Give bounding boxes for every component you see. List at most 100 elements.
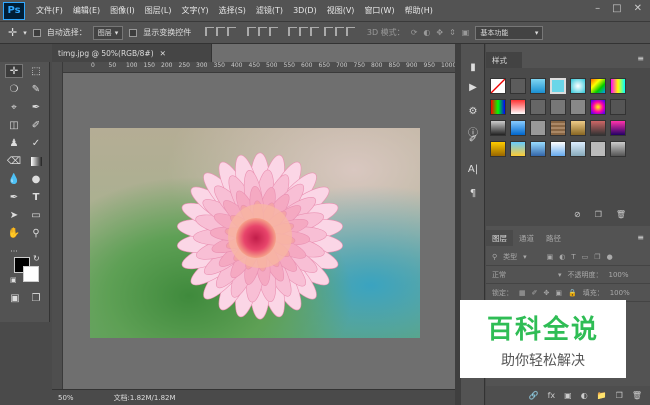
blend-mode-dropdown[interactable]: 正常 (492, 270, 552, 280)
style-swatch[interactable] (570, 99, 586, 115)
distribute-left-icon[interactable] (323, 27, 333, 36)
style-swatch[interactable] (490, 99, 506, 115)
channels-tab[interactable]: 通道 (513, 230, 540, 246)
dodge-tool-icon[interactable]: ● (27, 172, 45, 186)
auto-select-checkbox[interactable] (32, 28, 41, 37)
healing-brush-icon[interactable]: ◫ (5, 118, 23, 132)
screen-mode-icon[interactable]: ❐ (27, 291, 45, 305)
history-panel-icon[interactable]: ▮ (465, 60, 481, 74)
style-swatch[interactable] (550, 141, 566, 157)
distribute-top-icon[interactable] (288, 27, 298, 36)
menu-help[interactable]: 帮助(H) (400, 5, 438, 16)
filter-type-icon[interactable]: T (571, 253, 575, 261)
style-swatch[interactable] (590, 141, 606, 157)
menu-filter[interactable]: 滤镜(T) (251, 5, 288, 16)
auto-select-dropdown[interactable]: 图层 ▾ (92, 25, 124, 40)
3d-slide-icon[interactable]: ⇕ (449, 28, 456, 37)
opacity-value[interactable]: 100% (609, 271, 629, 279)
adjustment-layer-icon[interactable]: ◐ (581, 391, 588, 400)
menu-layer[interactable]: 图层(L) (140, 5, 177, 16)
3d-roll-icon[interactable]: ◐ (423, 28, 430, 37)
style-swatch[interactable] (530, 99, 546, 115)
workspace-dropdown[interactable]: 基本功能 ▾ (475, 25, 544, 40)
menu-view[interactable]: 视图(V) (322, 5, 360, 16)
style-swatch[interactable] (570, 141, 586, 157)
3d-rotate-icon[interactable]: ⟳ (411, 28, 418, 37)
fx-icon[interactable]: fx (548, 391, 556, 400)
filter-shape-icon[interactable]: ▭ (582, 253, 589, 261)
pen-tool-icon[interactable]: ✒ (5, 190, 23, 204)
background-color-swatch[interactable] (23, 266, 39, 282)
style-swatch[interactable] (610, 78, 626, 94)
align-right-icon[interactable] (268, 27, 278, 36)
style-swatch[interactable] (490, 78, 506, 94)
fill-value[interactable]: 100% (610, 289, 630, 297)
document-tab[interactable]: timg.jpg @ 50%(RGB/8#) ✕ (52, 44, 212, 62)
filter-adjust-icon[interactable]: ◐ (559, 253, 565, 261)
distribute-bottom-icon[interactable] (310, 27, 320, 36)
delete-style-icon[interactable]: 🗑 (616, 210, 626, 219)
style-swatch[interactable] (610, 99, 626, 115)
distribute-vcenter-icon[interactable] (299, 27, 309, 36)
distribute-right-icon[interactable] (345, 27, 355, 36)
style-swatch[interactable] (590, 99, 606, 115)
style-swatch[interactable] (530, 141, 546, 157)
clone-stamp-icon[interactable]: ♟ (5, 136, 23, 150)
path-select-icon[interactable]: ➤ (5, 208, 23, 222)
link-layers-icon[interactable]: 🔗 (529, 391, 539, 400)
eyedropper-tool-icon[interactable]: ✒ (27, 100, 45, 114)
menu-window[interactable]: 窗口(W) (359, 5, 399, 16)
menu-edit[interactable]: 编辑(E) (68, 5, 105, 16)
tool-preset-chevron-icon[interactable]: ▾ (23, 29, 27, 37)
style-swatch[interactable] (530, 78, 546, 94)
lock-transparent-icon[interactable]: ▦ (519, 289, 526, 297)
style-swatch[interactable] (550, 120, 566, 136)
style-swatch[interactable] (590, 120, 606, 136)
style-swatch[interactable] (570, 120, 586, 136)
properties-panel-icon[interactable]: ⚙ (465, 104, 481, 118)
align-vcenter-icon[interactable] (216, 27, 226, 36)
zoom-level[interactable]: 50% (58, 394, 74, 402)
align-left-icon[interactable] (246, 27, 256, 36)
paths-tab[interactable]: 路径 (540, 230, 567, 246)
styles-tab[interactable]: 样式 (486, 52, 522, 68)
style-swatch[interactable] (590, 78, 606, 94)
layers-panel-menu-icon[interactable]: ≡ (637, 233, 644, 242)
style-swatch[interactable] (510, 120, 526, 136)
add-mask-icon[interactable]: ▣ (564, 391, 572, 400)
align-bottom-icon[interactable] (227, 27, 237, 36)
blur-tool-icon[interactable]: 💧 (5, 172, 23, 186)
maximize-icon[interactable]: □ (612, 3, 621, 14)
hand-tool-icon[interactable]: ✋ (5, 226, 23, 240)
menu-type[interactable]: 文字(Y) (176, 5, 213, 16)
distribute-hcenter-icon[interactable] (334, 27, 344, 36)
align-hcenter-icon[interactable] (257, 27, 267, 36)
style-swatch[interactable] (610, 141, 626, 157)
style-swatch[interactable] (550, 99, 566, 115)
move-tool-icon[interactable]: ✛ (5, 64, 23, 78)
style-swatch[interactable] (610, 120, 626, 136)
marquee-tool-icon[interactable]: ⬚ (27, 64, 45, 78)
show-transform-checkbox[interactable] (129, 28, 138, 37)
filter-toggle-icon[interactable]: ● (607, 253, 613, 261)
lock-artboard-icon[interactable]: ▣ (555, 289, 562, 297)
eraser-tool-icon[interactable]: ⌫ (5, 154, 23, 168)
type-tool-icon[interactable]: T (27, 190, 45, 204)
menu-3d[interactable]: 3D(D) (288, 6, 322, 15)
crop-tool-icon[interactable]: ⌖ (5, 100, 23, 114)
delete-layer-icon[interactable]: 🗑 (632, 391, 642, 400)
menu-image[interactable]: 图像(I) (105, 5, 140, 16)
style-swatch[interactable] (530, 120, 546, 136)
menu-select[interactable]: 选择(S) (214, 5, 251, 16)
new-group-icon[interactable]: 📁 (597, 391, 607, 400)
style-swatch[interactable] (510, 78, 526, 94)
paragraph-panel-icon[interactable]: ¶ (465, 186, 481, 200)
zoom-tool-icon[interactable]: ⚲ (27, 226, 45, 240)
filter-smart-icon[interactable]: ❐ (594, 253, 600, 261)
actions-play-icon[interactable]: ▶ (465, 80, 481, 94)
style-swatch[interactable] (510, 99, 526, 115)
new-style-icon[interactable]: ❐ (595, 210, 602, 219)
lock-pixels-icon[interactable]: ✐ (532, 289, 538, 297)
panel-menu-icon[interactable]: ≡ (637, 54, 644, 63)
lasso-tool-icon[interactable]: ❍ (5, 82, 23, 96)
